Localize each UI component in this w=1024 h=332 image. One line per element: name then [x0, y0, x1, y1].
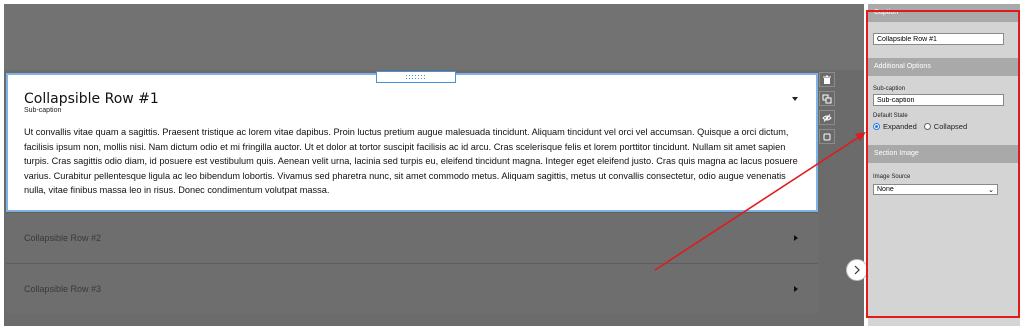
- image-source-label: Image Source: [873, 174, 911, 180]
- row-sub-caption: Sub-caption: [24, 107, 62, 114]
- row-title: Collapsible Row #3: [24, 284, 102, 294]
- collapsed-radio[interactable]: [923, 123, 931, 130]
- expanded-label: Expanded: [883, 122, 917, 131]
- properties-panel: Caption Additional Options Sub-caption D…: [868, 4, 1020, 326]
- default-state-radio-group: Expanded Collapsed: [873, 122, 967, 131]
- image-source-select[interactable]: None ⌄: [873, 184, 998, 195]
- editor-canvas: Collapsible Row #1 Sub-caption Ut conval…: [4, 4, 864, 326]
- row-title: Collapsible Row #1: [24, 91, 159, 107]
- collapsible-row-1[interactable]: Collapsible Row #1 Sub-caption Ut conval…: [6, 71, 818, 212]
- drag-handle[interactable]: [376, 71, 456, 83]
- caret-right-icon[interactable]: [794, 235, 798, 241]
- caption-input[interactable]: [873, 33, 1004, 45]
- chevron-right-icon: [854, 265, 860, 275]
- caret-right-icon[interactable]: [794, 286, 798, 292]
- next-chevron-button[interactable]: [846, 259, 868, 281]
- subcaption-label: Sub-caption: [873, 86, 906, 92]
- caret-down-icon[interactable]: [792, 97, 798, 101]
- row-body-text: Ut convallis vitae quam a sagittis. Prae…: [24, 127, 798, 196]
- duplicate-icon[interactable]: [819, 91, 835, 106]
- section-image-header: Section Image: [868, 145, 1020, 163]
- image-source-value: None: [877, 186, 894, 193]
- chevron-down-icon: ⌄: [988, 187, 994, 194]
- square-icon[interactable]: [819, 129, 835, 144]
- expanded-radio[interactable]: [873, 123, 880, 130]
- hide-icon[interactable]: [819, 110, 835, 125]
- collapsible-row-3[interactable]: Collapsible Row #3: [6, 263, 818, 314]
- canvas-header-area: [4, 4, 864, 70]
- row-toolbar: [819, 72, 837, 144]
- default-state-label: Default State: [873, 113, 908, 119]
- subcaption-input[interactable]: [873, 94, 1004, 106]
- collapsible-row-2[interactable]: Collapsible Row #2: [6, 212, 818, 263]
- drag-dots-icon: [405, 74, 427, 80]
- collapsed-label: Collapsed: [933, 122, 968, 131]
- trash-icon[interactable]: [819, 72, 835, 87]
- caption-section-header: Caption: [868, 4, 1020, 22]
- additional-options-header: Additional Options: [868, 58, 1020, 76]
- row-title: Collapsible Row #2: [24, 233, 102, 243]
